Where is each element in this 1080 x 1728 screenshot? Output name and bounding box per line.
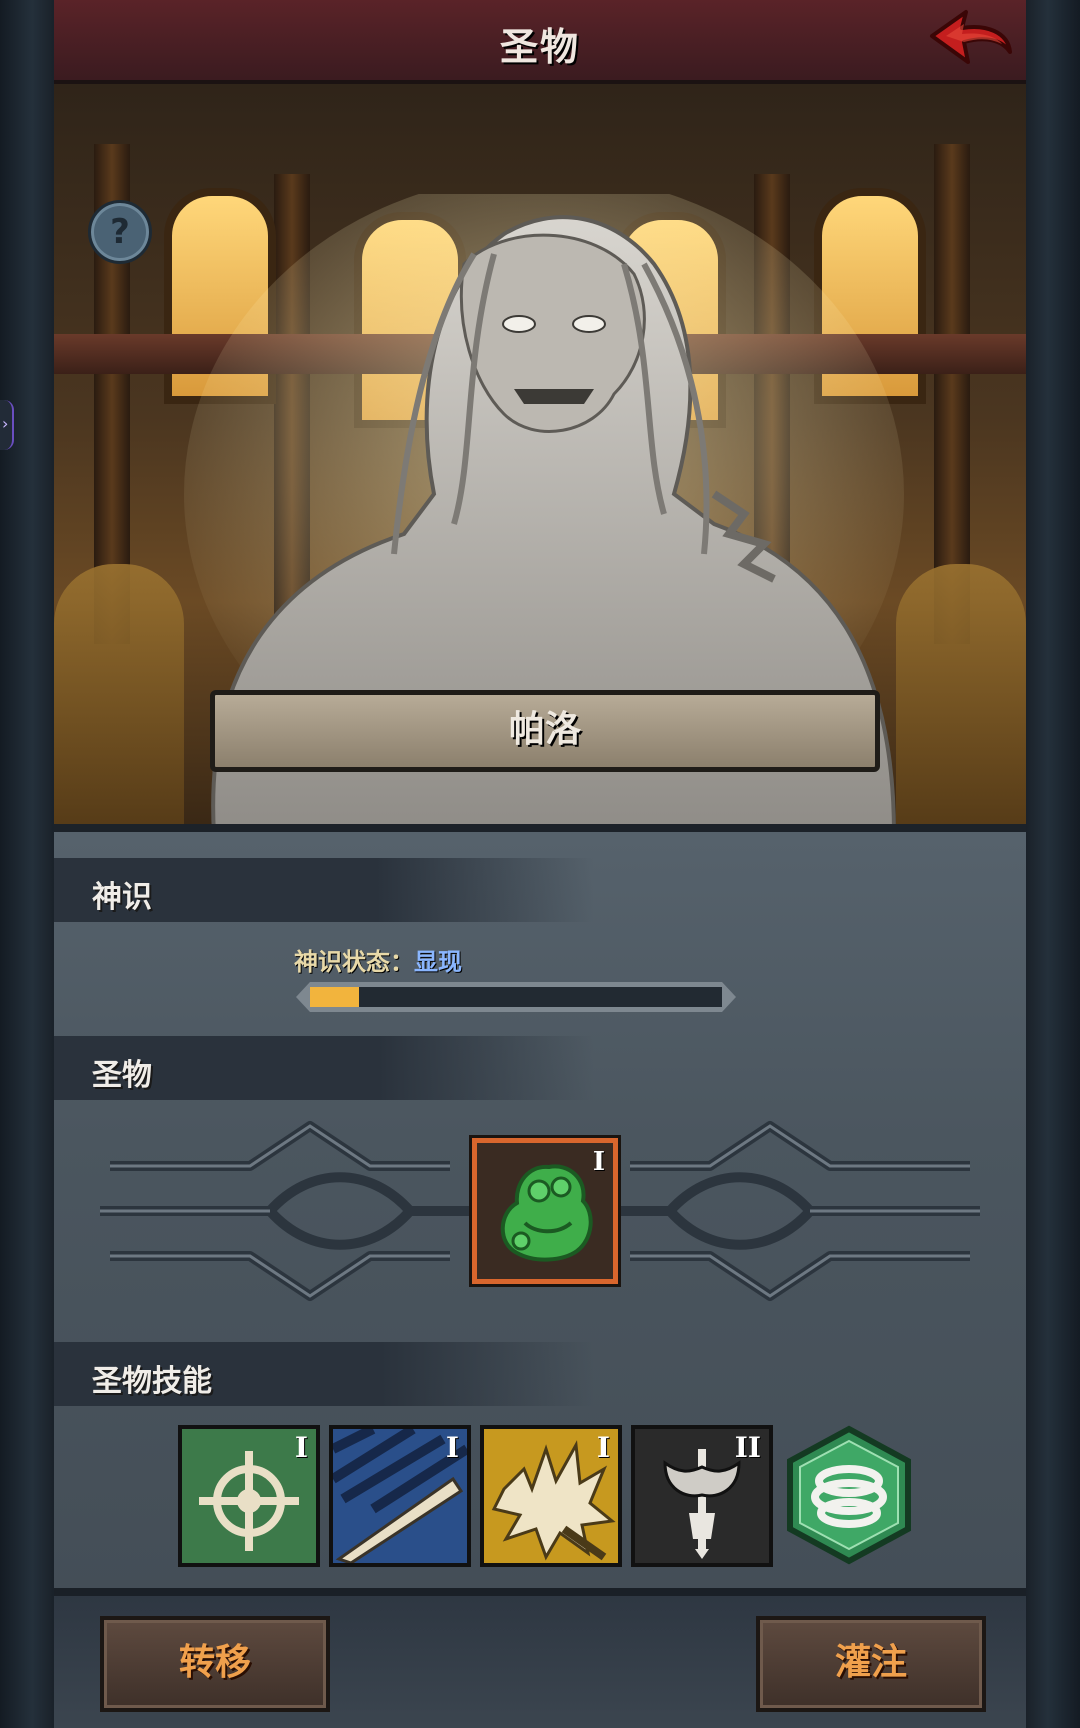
infuse-button[interactable]: 灌注 (756, 1616, 986, 1712)
hero-name-plate: 帕洛 (210, 690, 880, 772)
transfer-button[interactable]: 转移 (100, 1616, 330, 1712)
skill-slot-5[interactable] (782, 1425, 916, 1565)
relic-skills-title: 圣物技能 (92, 1364, 212, 1399)
skill-level-badge: I (294, 1431, 308, 1464)
status-value: 显现 (414, 948, 462, 976)
relic-level-badge: I (592, 1147, 605, 1177)
chevron-right-icon: › (2, 414, 9, 433)
skill-slot-2[interactable]: I (329, 1425, 471, 1567)
back-arrow-icon (930, 10, 1012, 64)
side-drawer-tab[interactable]: › (0, 400, 14, 450)
relic-title: 圣物 (92, 1058, 152, 1093)
skill-level-badge: II (734, 1431, 761, 1464)
right-edge-panel (1026, 0, 1080, 1728)
top-bar: 圣物 (54, 0, 1026, 84)
help-button[interactable]: ? (88, 200, 152, 264)
skill-level-badge: I (445, 1431, 459, 1464)
skill-level-badge: I (596, 1431, 610, 1464)
divine-sense-title: 神识 (92, 880, 152, 915)
relic-item-slot[interactable]: I (472, 1138, 618, 1284)
golden-guard-right (896, 564, 1026, 824)
swirl-hexagon-icon (787, 1425, 911, 1565)
skill-slot-3[interactable]: I (480, 1425, 622, 1567)
status-label: 神识状态： (294, 948, 414, 976)
divine-sense-status: 神识状态：显现 (294, 942, 462, 977)
relic-skills-section-header: 圣物技能 (54, 1342, 594, 1406)
golden-guard-left (54, 564, 184, 824)
progress-fill (310, 987, 359, 1007)
page-title: 圣物 (499, 25, 580, 69)
relic-screen: 圣物 ? 帕洛 神识 神识状态：显现 圣物 圣物技能 I I I I II 转移… (54, 0, 1026, 1728)
skill-slot-4[interactable]: II (631, 1425, 773, 1567)
left-edge-panel: › (0, 0, 54, 1728)
relic-section-header: 圣物 (54, 1036, 594, 1100)
question-mark-icon: ? (110, 212, 130, 252)
divine-sense-section-header: 神识 (54, 858, 594, 922)
skill-slot-1[interactable]: I (178, 1425, 320, 1567)
divine-sense-progress-bar (296, 982, 736, 1012)
back-button[interactable] (926, 6, 1016, 72)
